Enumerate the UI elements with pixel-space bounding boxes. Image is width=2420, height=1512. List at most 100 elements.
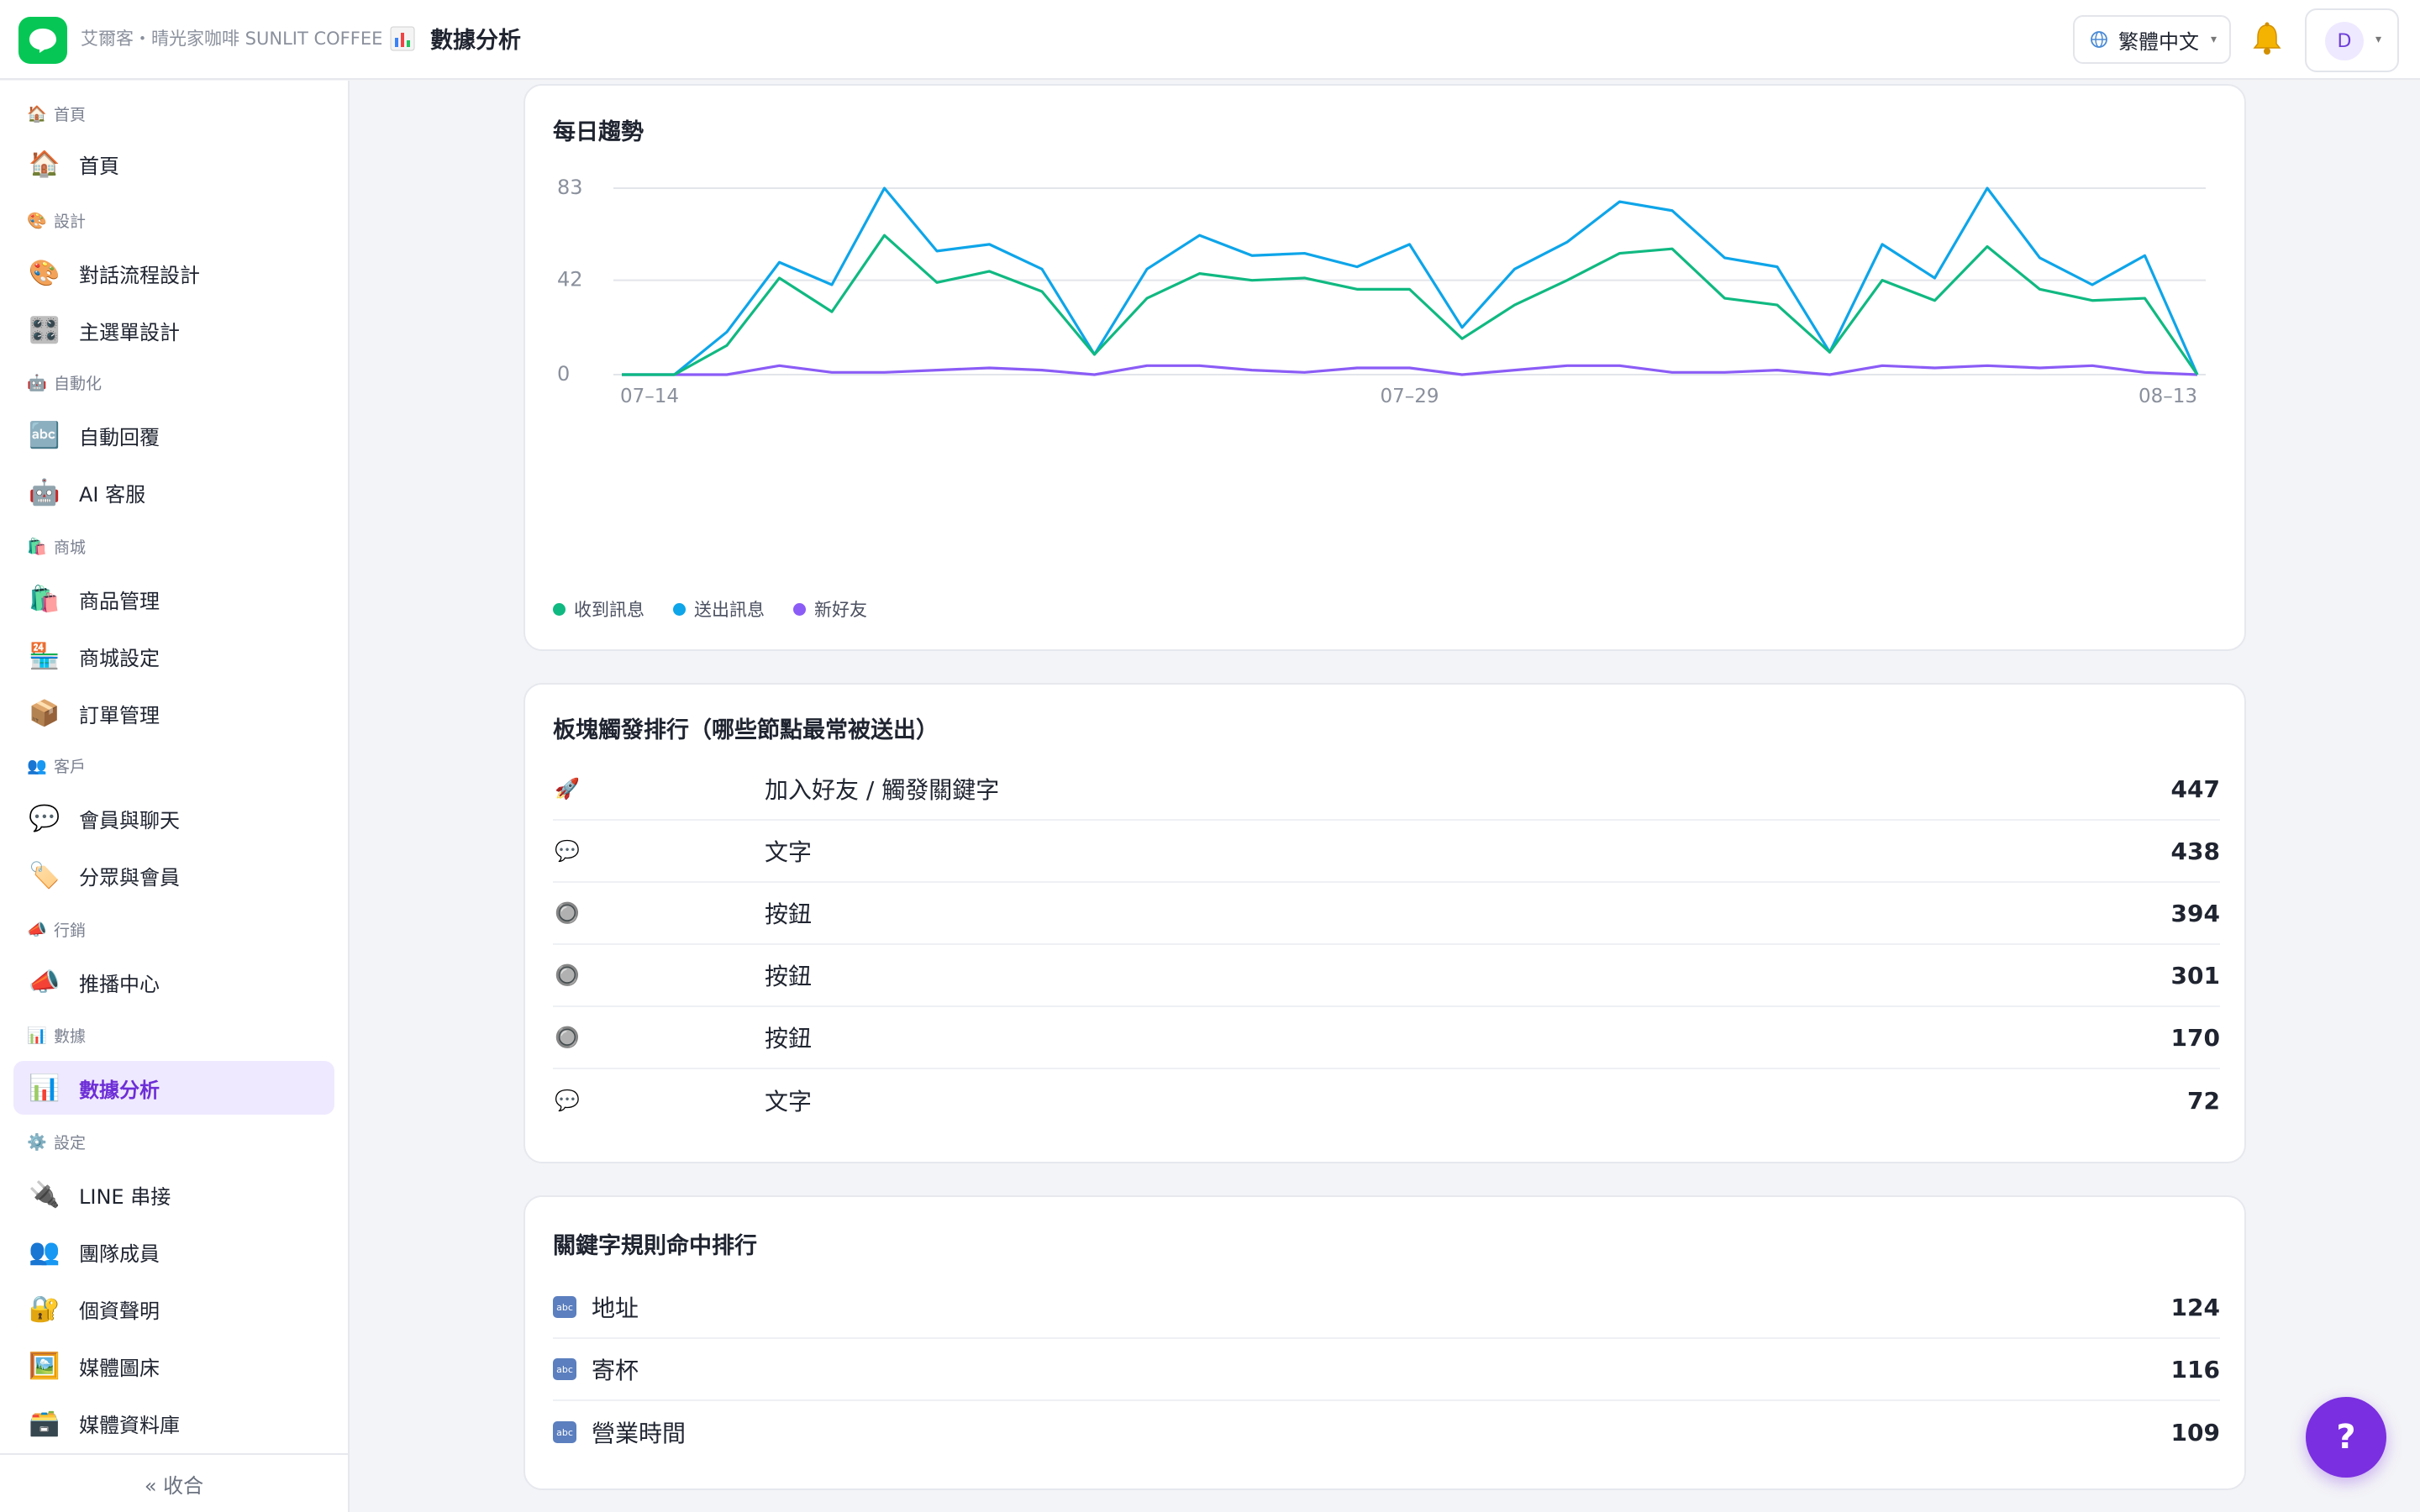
section-icon: 📣 [27,921,47,939]
sidebar-item-label: 自動回覆 [79,425,160,449]
legend-item[interactable]: 送出訊息 [673,596,765,622]
sidebar-section-label: 🤖 自動化 [27,371,102,394]
collapse-sidebar-button[interactable]: « 收合 [0,1453,348,1512]
daily-trend-chart: 0 42 83 07–14 07–29 08–13 [557,176,2206,407]
sidebar-item-icon: 🔌 [29,1179,60,1210]
sidebar-item-icon: 🔐 [29,1294,60,1324]
user-menu[interactable]: D ▾ [2305,8,2399,72]
sidebar-item[interactable]: 🛍️ 商品管理 [13,572,334,626]
rank-count: 170 [2170,1023,2220,1052]
section-label-text: 設計 [54,213,87,231]
keyword-rule-icon: abc [553,1358,576,1380]
sidebar-section-label: 👥 客戶 [27,754,86,777]
keyword-hit-count: 109 [2170,1418,2220,1446]
sidebar-item[interactable]: 🤖 AI 客服 [13,465,334,519]
sidebar-item-icon: 🎨 [29,258,60,288]
node-type-icon: 💬 [555,839,580,863]
sidebar-item-icon: 🏷️ [29,860,60,890]
sidebar-item[interactable]: 🎛️ 主選單設計 [13,303,334,357]
sidebar: 🏠 首頁 🏠 首頁 🎨 設計 🎨 對話流程設計 🎛️ 主選單設計 🤖 自動化 🔤 自動回覆 🤖 AI 客服 🛍️… [0,81,350,1512]
keyword-row: abc 營業時間 109 [553,1401,2220,1463]
sidebar-item-icon: 💬 [29,803,60,833]
sidebar-item-label: 主選單設計 [79,320,180,344]
sidebar-item-label: 個資聲明 [79,1299,160,1323]
sidebar-item-icon: 👥 [29,1236,60,1267]
sidebar-item-label: 團隊成員 [79,1242,160,1266]
node-type-icon: 🔘 [555,963,580,987]
sidebar-item-label: 會員與聊天 [79,808,180,832]
chevron-down-icon: ▾ [2211,33,2217,46]
sidebar-item[interactable]: 🔌 LINE 串接 [13,1168,334,1221]
node-type-icon: 🚀 [555,777,580,801]
legend-label: 新好友 [814,600,867,620]
keyword-row: abc 地址 124 [553,1277,2220,1339]
section-icon: 📊 [27,1026,47,1045]
legend-item[interactable]: 收到訊息 [553,596,644,622]
line-logo-icon[interactable] [18,17,67,64]
sidebar-item-label: 媒體圖床 [79,1356,160,1380]
section-icon: 👥 [27,757,47,775]
rank-row: 🚀 加入好友 / 觸發關鍵字 447 [553,759,2220,821]
sidebar-section-label: 🏠 首頁 [27,102,86,125]
sidebar-item-label: AI 客服 [79,482,146,507]
rank-count: 394 [2170,899,2220,927]
org-name: 艾爾客・晴光家咖啡 SUNLIT COFFEE [81,29,383,49]
sidebar-item-icon: 🛍️ [29,584,60,614]
legend-item[interactable]: 新好友 [793,596,867,622]
sidebar-item[interactable]: 🏪 商城設定 [13,629,334,683]
rank-label: 文字 [765,838,813,866]
legend-label: 送出訊息 [694,600,765,620]
sidebar-item-icon: 🎛️ [29,315,60,345]
sidebar-item-icon: 📣 [29,967,60,997]
keyword-rule-icon: abc [553,1296,576,1318]
keyword-label: 地址 [592,1294,639,1322]
sidebar-item[interactable]: 🏷️ 分眾與會員 [13,848,334,902]
keyword-hit-count: 124 [2170,1293,2220,1321]
section-label-text: 行銷 [54,921,87,940]
keyword-rank-card: 關鍵字規則命中排行 abc 地址 124 abc 寄杯 116 abc 營業時間 109 [523,1195,2246,1490]
x-tick-label: 08–13 [2139,386,2197,407]
keyword-rank-title: 關鍵字規則命中排行 [553,1233,757,1259]
series-line [622,234,2199,376]
sidebar-item[interactable]: 🔐 個資聲明 [13,1282,334,1336]
sidebar-item[interactable]: 🔤 自動回覆 [13,408,334,462]
node-type-icon: 🔘 [555,1026,580,1049]
sidebar-item[interactable]: 📊 數據分析 [13,1061,334,1115]
sidebar-section-label: 🛍️ 商城 [27,535,86,558]
keyword-rule-icon: abc [553,1421,576,1443]
rank-count: 447 [2170,774,2220,803]
rank-row: 🔘 按鈕 170 [553,1007,2220,1069]
rank-label: 文字 [765,1088,813,1116]
section-label-text: 設定 [54,1134,87,1152]
series-line [622,364,2198,376]
sidebar-item[interactable]: 🖼️ 媒體圖床 [13,1339,334,1393]
rank-label: 按鈕 [765,1025,813,1053]
section-icon: 🤖 [27,374,47,392]
sidebar-item-label: 媒體資料庫 [79,1413,180,1437]
legend-dot [553,602,566,616]
sidebar-item-label: 數據分析 [79,1078,160,1102]
section-label-text: 數據 [54,1027,87,1046]
sidebar-item[interactable]: 📣 推播中心 [13,955,334,1009]
bell-icon[interactable] [2250,20,2284,59]
section-icon: 🏠 [27,105,47,123]
sidebar-item[interactable]: 💬 會員與聊天 [13,791,334,845]
rank-row: 🔘 按鈕 301 [553,945,2220,1007]
sidebar-item-label: 對話流程設計 [79,263,200,287]
sidebar-item-label: LINE 串接 [79,1184,171,1209]
sidebar-item[interactable]: 🎨 對話流程設計 [13,246,334,300]
sidebar-item-label: 商城設定 [79,646,160,670]
sidebar-item[interactable]: 🏠 首頁 [13,137,334,191]
block-rank-card: 板塊觸發排行（哪些節點最常被送出） 🚀 加入好友 / 觸發關鍵字 447 💬 文字 438… [523,683,2246,1163]
sidebar-item[interactable]: 👥 團隊成員 [13,1225,334,1278]
section-icon: ⚙️ [27,1133,47,1152]
daily-trend-card: 每日趨勢 0 42 83 07–14 07–29 08–13 收到訊息 送出訊息 新好友 [523,84,2246,651]
sidebar-item-label: 分眾與會員 [79,865,180,890]
sidebar-item-label: 首頁 [79,154,119,178]
y-tick-label: 42 [557,268,583,291]
sidebar-item[interactable]: 🗃️ 媒體資料庫 [13,1396,334,1450]
sidebar-item[interactable]: 📦 訂單管理 [13,686,334,740]
help-button[interactable]: ? [2306,1397,2386,1478]
section-label-text: 客戶 [54,758,87,776]
language-select[interactable]: 繁體中文 ▾ [2073,15,2231,64]
